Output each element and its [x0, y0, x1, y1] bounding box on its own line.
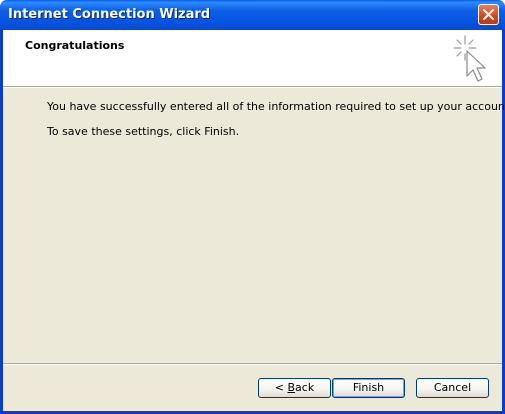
back-mnemonic: B [287, 381, 296, 394]
title-bar[interactable]: Internet Connection Wizard [0, 0, 505, 30]
close-button[interactable] [478, 4, 499, 25]
page-title: Congratulations [25, 39, 125, 52]
back-label-rest: ack [295, 381, 315, 394]
cancel-button[interactable]: Cancel [416, 378, 489, 398]
wizard-window: Internet Connection Wizard Congratulatio… [0, 0, 505, 414]
header-separator [3, 87, 502, 88]
footer-separator [3, 363, 502, 365]
back-button[interactable]: < Back [258, 378, 331, 398]
instruction-message: To save these settings, click Finish. [47, 125, 240, 138]
success-message: You have successfully entered all of the… [47, 100, 505, 113]
wizard-sparkle-cursor-icon [453, 35, 486, 82]
finish-button[interactable]: Finish [332, 378, 405, 398]
dialog-client-area: Congratulations You have successfully en… [3, 30, 505, 411]
wizard-header: Congratulations [3, 30, 502, 87]
window-title: Internet Connection Wizard [8, 7, 211, 22]
back-prefix: < [274, 381, 288, 394]
close-icon [483, 9, 494, 20]
